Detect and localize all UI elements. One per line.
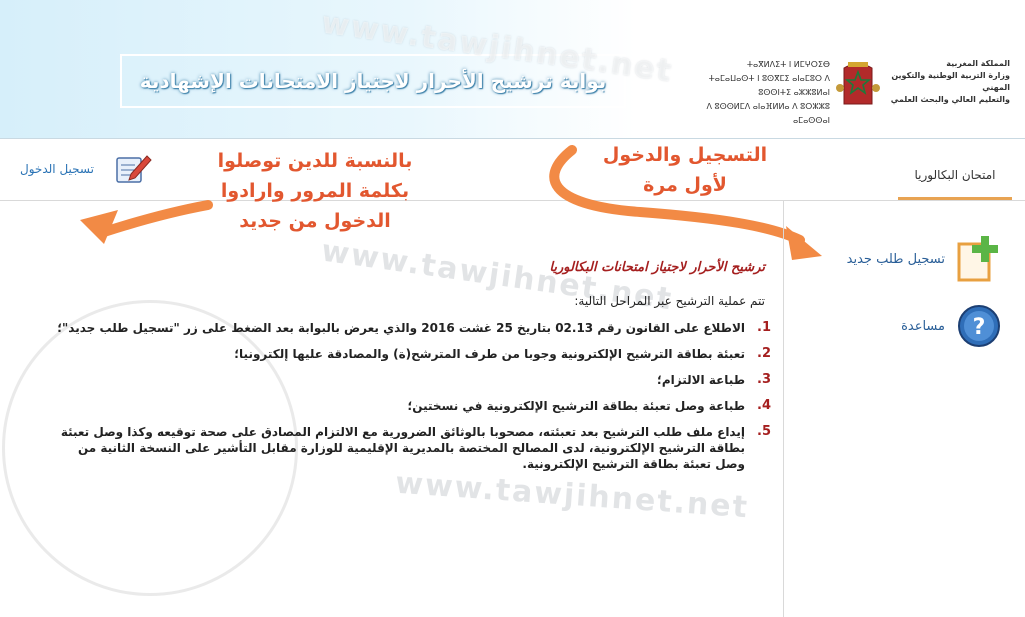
tab-bar: امتحان البكالوريا تسجيل الدخول [0, 138, 1025, 201]
ministry-line: المملكة المغربية [946, 59, 1010, 68]
royal-crest-icon [836, 62, 880, 105]
new-application-button[interactable]: تسجيل طلب جديد [847, 234, 1001, 284]
pencil-notepad-icon[interactable] [113, 150, 153, 186]
help-question-icon: ? [958, 305, 1000, 347]
step-text: الاطلاع على القانون رقم 02.13 بتاريخ 25 … [57, 321, 745, 335]
login-link[interactable]: تسجيل الدخول [20, 162, 94, 176]
step-number: 5. [757, 424, 771, 439]
main-content: ترشيح الأحرار لاجتياز امتحانات البكالوري… [0, 200, 784, 617]
step-number: 4. [757, 398, 771, 413]
step-text: طباعة الالتزام؛ [657, 373, 745, 387]
ministry-name: المملكة المغربية وزارة التربية الوطنية و… [888, 58, 1010, 106]
ministry-line: وزارة التربية الوطنية والتكوين المهني [891, 71, 1010, 92]
annotation-line: بالنسبة للدين توصلوا [217, 150, 413, 172]
header-banner: بوابة ترشيح الأحرار لاجتياز الامتحانات ا… [0, 0, 1025, 139]
annotation-line: لأول مرة [643, 174, 727, 196]
tifinagh-ministry-name: ⵜⴰⴳⵍⴷⵉⵜ ⵏ ⵍⵎⵖⵔⵉⴱ ⵜⴰⵎⴰⵡⴰⵙⵜ ⵏ ⵓⵙⴳⵎⵉ ⴰⵏⴰⵎⵓⵔ… [680, 58, 830, 128]
sidebar: تسجيل طلب جديد ? مساعدة [784, 200, 1025, 617]
help-button[interactable]: ? مساعدة [901, 304, 1001, 348]
step-text: تعبئة بطاقة الترشيح الإلكترونية وجوبا من… [234, 347, 745, 361]
annotation-line: التسجيل والدخول [602, 144, 768, 166]
annotation-first-time: التسجيل والدخول لأول مرة [580, 140, 790, 200]
step-number: 3. [757, 372, 771, 387]
tifinagh-line: ⴷ ⵓⵙⵙⵍⵎⴷ ⴰⵏⴰⴼⵍⵍⴰ ⴷ ⵓⵔⵣⵣⵓ ⴰⵎⴰⵙⵙⴰⵏ [706, 102, 830, 125]
tab-bac-exam[interactable]: امتحان البكالوريا [898, 164, 1012, 200]
tifinagh-line: ⵜⴰⵎⴰⵡⴰⵙⵜ ⵏ ⵓⵙⴳⵎⵉ ⴰⵏⴰⵎⵓⵔ ⴷ ⵓⵙⵙⵏⵜⵉ ⴰⵣⵣⵓⵍⴰⵏ [708, 74, 830, 97]
list-item: 5. إيداع ملف طلب الترشيح بعد تعبئته، مصح… [51, 424, 771, 472]
svg-text:?: ? [973, 315, 986, 340]
list-item: 1. الاطلاع على القانون رقم 02.13 بتاريخ … [51, 320, 771, 336]
step-text: طباعة وصل تعبئة بطاقة الترشيح الإلكتروني… [407, 399, 745, 413]
ministry-line: والتعليم العالي والبحث العلمي [890, 95, 1010, 104]
step-text: إيداع ملف طلب الترشيح بعد تعبئته، مصحوبا… [60, 425, 745, 471]
steps-list: 1. الاطلاع على القانون رقم 02.13 بتاريخ … [51, 320, 771, 482]
help-label: مساعدة [901, 318, 945, 334]
new-application-label: تسجيل طلب جديد [846, 251, 945, 267]
list-item: 4. طباعة وصل تعبئة بطاقة الترشيح الإلكتر… [51, 398, 771, 414]
step-number: 2. [757, 346, 771, 361]
content-title: ترشيح الأحرار لاجتياز امتحانات البكالوري… [549, 260, 765, 275]
tifinagh-line: ⵜⴰⴳⵍⴷⵉⵜ ⵏ ⵍⵎⵖⵔⵉⴱ [746, 60, 830, 69]
portal-title: بوابة ترشيح الأحرار لاجتياز الامتحانات ا… [120, 54, 626, 108]
steps-intro: تتم عملية الترشيح عبر المراحل التالية: [574, 294, 765, 308]
step-number: 1. [757, 320, 771, 335]
list-item: 2. تعبئة بطاقة الترشيح الإلكترونية وجوبا… [51, 346, 771, 362]
new-document-plus-icon [957, 236, 998, 282]
list-item: 3. طباعة الالتزام؛ [51, 372, 771, 388]
